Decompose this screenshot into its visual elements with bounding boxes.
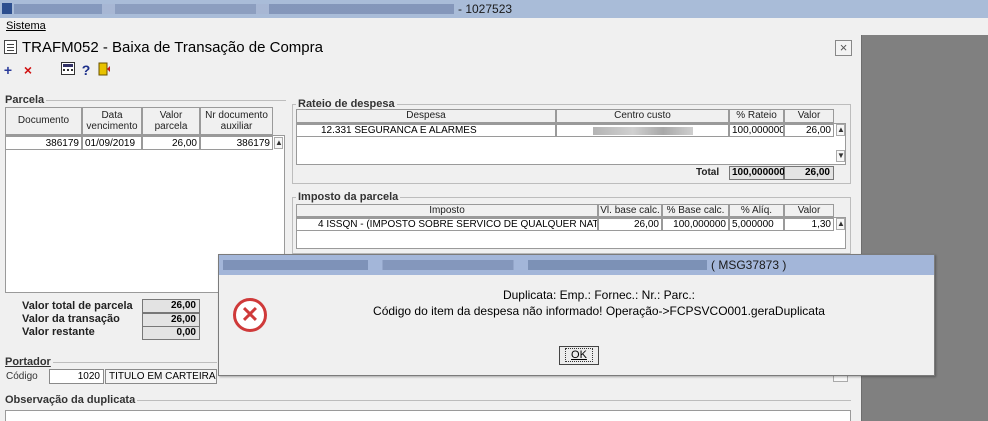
rateio-spin-up-icon[interactable]: ▲ xyxy=(836,124,845,136)
rateio-header-despesa: Despesa xyxy=(296,109,556,123)
app-icon xyxy=(2,3,12,14)
valor-total-parcela-label: Valor total de parcela xyxy=(22,300,133,312)
imposto-cell-aliq[interactable]: 5,000000 xyxy=(729,218,784,231)
portador-descricao-field: TITULO EM CARTEIRA xyxy=(105,369,217,384)
rateio-total-pct: 100,000000 xyxy=(729,166,785,180)
rateio-spin-down-icon[interactable]: ▼ xyxy=(836,150,845,162)
imposto-cell-base[interactable]: 26,00 xyxy=(598,218,662,231)
window-close-button[interactable]: × xyxy=(835,40,852,56)
exit-door-icon xyxy=(98,62,110,76)
dialog-title-bar: ( MSG37873 ) xyxy=(219,255,934,275)
imposto-header-valor: Valor xyxy=(784,204,834,217)
imposto-header-imposto: Imposto xyxy=(296,204,598,217)
redacted-title-text xyxy=(14,4,454,14)
ok-button-label: OK xyxy=(565,348,593,362)
redacted-dialog-title xyxy=(223,260,707,270)
portador-codigo-label: Código xyxy=(6,371,38,382)
parcela-header-documento: Documento xyxy=(5,107,82,135)
help-button[interactable]: ? xyxy=(80,62,92,79)
redacted-centro-custo xyxy=(593,127,693,135)
rateio-cell-valor[interactable]: 26,00 xyxy=(784,124,834,137)
valor-restante-label: Valor restante xyxy=(22,326,95,338)
toolbar: + × ? xyxy=(0,59,861,83)
imposto-cell-imposto[interactable]: 4 ISSQN - (IMPOSTO SOBRE SERVICO DE QUAL… xyxy=(296,218,598,231)
parcela-cell-documento[interactable]: 386179 xyxy=(5,136,82,150)
rateio-header-rateio: % Rateio xyxy=(729,109,784,123)
imposto-header-aliq: % Alíq. xyxy=(729,204,784,217)
dialog-message-line1: Duplicata: Emp.: Fornec.: Nr.: Parc.: xyxy=(502,288,696,302)
calculator-button[interactable] xyxy=(60,62,75,79)
observacao-group-label: Observação da duplicata xyxy=(3,394,138,406)
valor-restante-value: 0,00 xyxy=(142,326,200,340)
app-title-suffix: - 1027523 xyxy=(458,2,513,16)
menu-sistema[interactable]: Sistema xyxy=(6,20,46,32)
window-title-bar: TRAFM052 - Baixa de Transação de Compra … xyxy=(0,35,861,59)
parcela-group-label: Parcela xyxy=(3,94,47,106)
imposto-cell-valor[interactable]: 1,30 xyxy=(784,218,834,231)
add-button[interactable]: + xyxy=(2,62,14,79)
portador-codigo-input[interactable]: 1020 xyxy=(49,369,104,384)
error-icon: ✕ xyxy=(233,298,267,332)
rateio-cell-despesa[interactable]: 12.331 SEGURANCA E ALARMES xyxy=(296,124,556,137)
imposto-header-pct-base: % Base calc. xyxy=(662,204,729,217)
valor-transacao-value: 26,00 xyxy=(142,313,200,327)
observacao-grid[interactable] xyxy=(5,410,851,421)
document-icon xyxy=(4,40,17,54)
imposto-spin-up-icon[interactable]: ▲ xyxy=(836,218,845,230)
app-title-bar: - 1027523 xyxy=(0,0,988,18)
ok-button[interactable]: OK xyxy=(559,346,599,365)
imposto-header-base: Vl. base calc. xyxy=(598,204,662,217)
menu-bar: Sistema xyxy=(0,18,988,35)
parcela-spin-up-icon[interactable]: ▲ xyxy=(274,137,283,149)
imposto-group-label: Imposto da parcela xyxy=(296,191,401,203)
dialog-title-code: ( MSG37873 ) xyxy=(711,258,787,272)
parcela-cell-nr-aux[interactable]: 386179 xyxy=(200,136,273,150)
imposto-cell-pct-base[interactable]: 100,000000 xyxy=(662,218,729,231)
rateio-header-valor: Valor xyxy=(784,109,834,123)
exit-button[interactable] xyxy=(97,62,111,79)
valor-transacao-label: Valor da transação xyxy=(22,313,120,325)
rateio-cell-pct[interactable]: 100,000000 xyxy=(729,124,784,137)
calculator-icon xyxy=(60,62,75,75)
parcela-header-data: Data vencimento xyxy=(82,107,142,135)
rateio-header-centro-custo: Centro custo xyxy=(556,109,729,123)
window-title: TRAFM052 - Baixa de Transação de Compra xyxy=(22,39,323,56)
rateio-total-valor: 26,00 xyxy=(784,166,834,180)
delete-button[interactable]: × xyxy=(22,62,34,79)
rateio-total-label: Total xyxy=(696,167,720,178)
parcela-header-valor: Valor parcela xyxy=(142,107,200,135)
parcela-header-nr-aux: Nr documento auxiliar xyxy=(200,107,273,135)
error-dialog: ( MSG37873 ) ✕ Duplicata: Emp.: Fornec.:… xyxy=(218,254,935,376)
valor-total-parcela-value: 26,00 xyxy=(142,299,200,313)
parcela-cell-valor[interactable]: 26,00 xyxy=(142,136,200,150)
dialog-message-line2: Código do item da despesa não informado!… xyxy=(373,304,825,318)
portador-group-label: Portador xyxy=(3,356,53,368)
parcela-cell-data[interactable]: 01/09/2019 xyxy=(82,136,142,150)
rateio-cell-centro-custo[interactable] xyxy=(556,124,729,137)
